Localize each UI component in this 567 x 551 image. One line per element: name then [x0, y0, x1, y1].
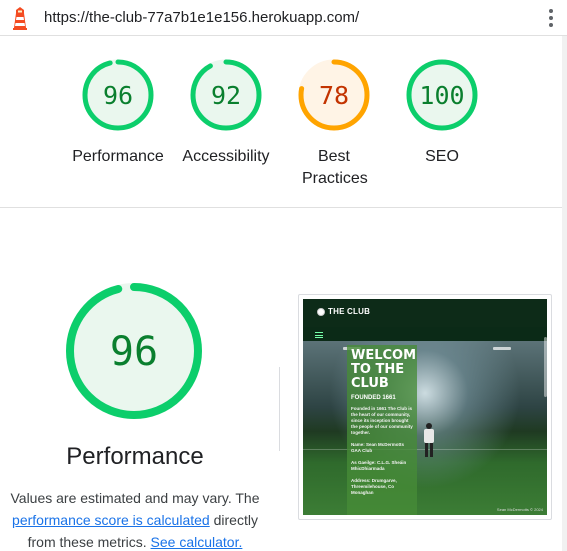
site-brand: THE CLUB	[317, 307, 370, 316]
lighthouse-icon	[13, 7, 27, 30]
brand-text: THE CLUB	[328, 307, 371, 316]
score-value: 96	[103, 81, 133, 110]
note-text: Values are estimated and may vary. The	[10, 490, 260, 506]
thumb-footer: Sean McDermotts © 2024	[496, 507, 543, 512]
page-url[interactable]: https://the-club-77a7b1e1e156.herokuapp.…	[44, 9, 359, 26]
screenshot-image: WELCOME TO THE CLUB FOUNDED 1661 Founded…	[303, 299, 547, 515]
more-options-icon[interactable]	[544, 8, 558, 28]
performance-section: 96 Performance Values are estimated and …	[0, 209, 567, 551]
score-gauge: 100	[406, 59, 478, 131]
score-value: 100	[419, 81, 464, 110]
menu-icon	[315, 332, 323, 338]
intro-paragraph: Founded in 1661 The Club is the heart of…	[351, 406, 413, 435]
stadium-background: WELCOME TO THE CLUB FOUNDED 1661 Founded…	[303, 341, 547, 515]
see-calculator-link[interactable]: See calculator.	[151, 534, 243, 550]
founded-text: FOUNDED 1661	[351, 395, 396, 401]
score-gauge: 92	[190, 59, 262, 131]
score-label: SEO	[425, 148, 459, 165]
score-best-practices[interactable]: 78 Best Practices	[279, 58, 389, 190]
thumb-scrollbar	[544, 337, 547, 397]
score-accessibility[interactable]: 92 Accessibility	[171, 58, 281, 168]
page-scrollbar[interactable]	[562, 36, 567, 551]
score-summary: 96 Performance 92 Accessibility 78 Best …	[0, 36, 567, 208]
score-gauge: 96	[82, 59, 154, 131]
score-label: Accessibility	[182, 148, 270, 165]
score-calculation-link[interactable]: performance score is calculated	[12, 512, 210, 528]
performance-title: Performance	[66, 443, 204, 470]
welcome-card: WELCOME TO THE CLUB FOUNDED 1661 Founded…	[347, 345, 417, 515]
score-seo[interactable]: 100 SEO	[387, 58, 497, 168]
divider	[279, 367, 280, 451]
welcome-heading: WELCOME TO THE CLUB	[351, 348, 417, 391]
score-label: Performance	[72, 148, 164, 165]
score-performance[interactable]: 96 Performance	[63, 58, 173, 168]
site-navbar: THE CLUB	[303, 299, 547, 327]
performance-note: Values are estimated and may vary. The p…	[0, 487, 270, 551]
url-bar: https://the-club-77a7b1e1e156.herokuapp.…	[0, 0, 567, 36]
score-label: Best Practices	[302, 148, 368, 187]
club-address: Address: Drumgarve, Threemilehouse, Co M…	[351, 478, 397, 495]
final-screenshot[interactable]: WELCOME TO THE CLUB FOUNDED 1661 Founded…	[298, 294, 552, 520]
performance-gauge: 96	[66, 283, 202, 419]
club-name: Name: Sean McDermotts GAA Club	[351, 442, 405, 453]
player-figure	[423, 423, 435, 457]
performance-score: 96	[110, 329, 158, 375]
club-name-irish: As Gaeilge: C.L.G. Sheáin MhicDhiarmada	[351, 460, 407, 471]
score-gauge: 78	[298, 59, 370, 131]
football-icon	[317, 307, 325, 316]
score-value: 78	[319, 81, 349, 110]
score-value: 92	[211, 81, 241, 110]
